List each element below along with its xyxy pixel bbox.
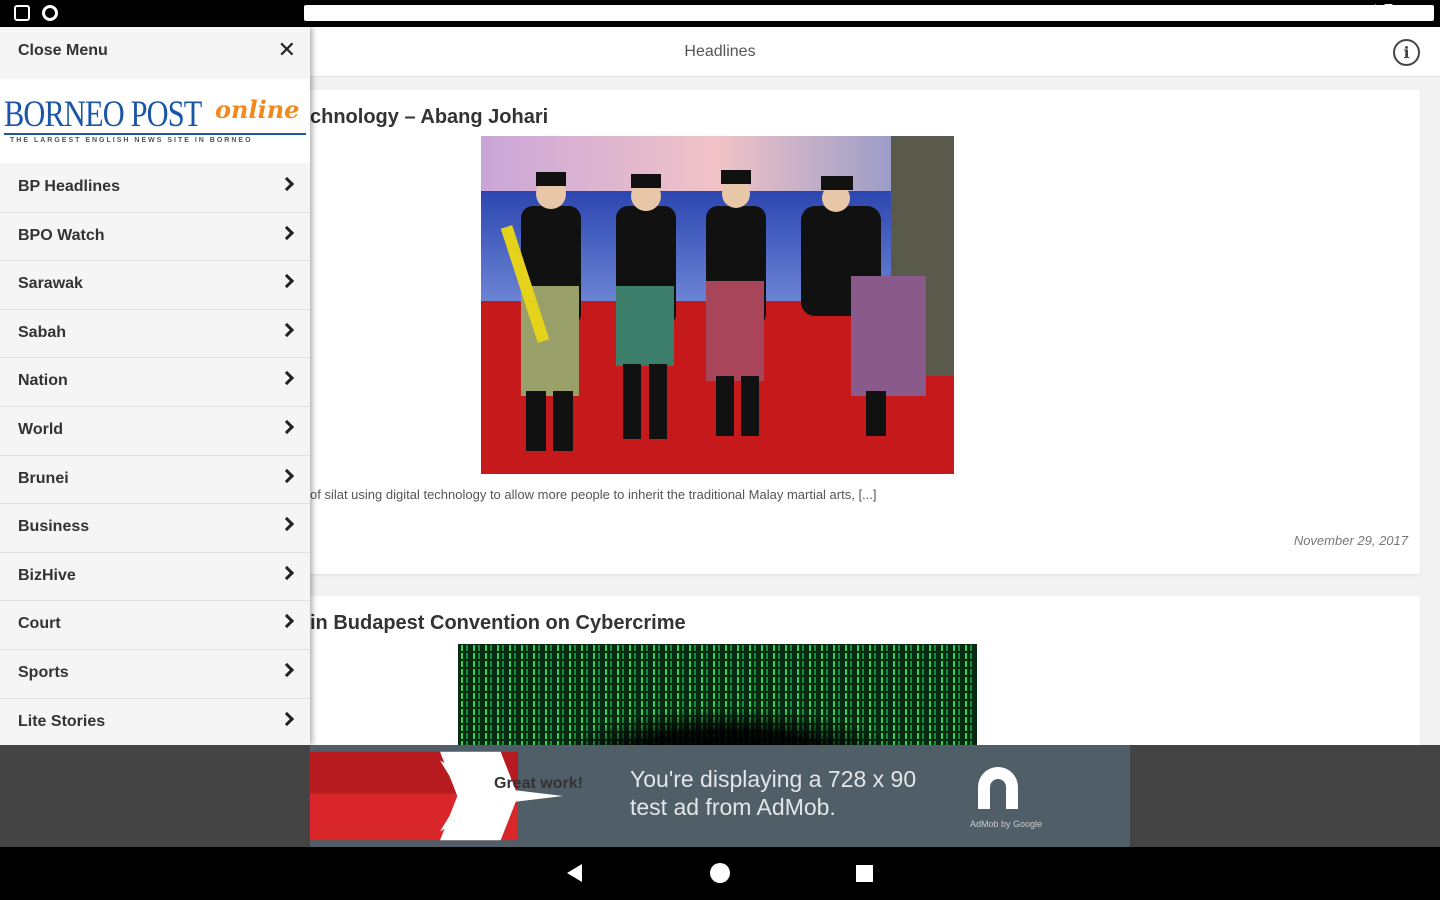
chevron-right-icon <box>279 274 295 289</box>
ad-badge-text: Great work! <box>494 775 583 792</box>
menu-item-label: BPO Watch <box>18 226 105 244</box>
menu-item-label: Court <box>18 615 61 633</box>
menu-item-label: World <box>18 420 64 438</box>
menu-item-brunei[interactable]: Brunei <box>0 455 310 505</box>
menu-item-bp-headlines[interactable]: BP Headlines <box>0 164 310 213</box>
chevron-right-icon <box>279 225 295 240</box>
menu-item-bpo-watch[interactable]: BPO Watch <box>0 212 310 262</box>
chevron-right-icon <box>279 322 295 337</box>
menu-item-sports[interactable]: Sports <box>0 649 310 699</box>
menu-item-bizhive[interactable]: BizHive <box>0 552 310 602</box>
menu-item-label: Brunei <box>18 469 69 487</box>
system-nav-bar <box>0 847 1440 900</box>
article-title[interactable]: in Budapest Convention on Cybercrime <box>310 612 686 635</box>
status-icons-left <box>14 5 1434 21</box>
article-photo[interactable] <box>458 644 977 745</box>
notification-icon <box>14 5 30 21</box>
chevron-right-icon <box>279 468 295 483</box>
info-icon[interactable]: i <box>1393 39 1420 66</box>
article-date: November 29, 2017 <box>1293 533 1408 548</box>
ad-caption: AdMob by Google <box>970 819 1043 829</box>
logo-online: online <box>215 95 300 124</box>
menu-item-world[interactable]: World <box>0 406 310 456</box>
admob-icon <box>978 767 1018 809</box>
battery-icon <box>1383 4 1393 20</box>
navigation-drawer: Close Menu ✕ BORNEO POST online THE LARG… <box>0 27 310 748</box>
menu-item-sarawak[interactable]: Sarawak <box>0 261 310 310</box>
chevron-right-icon <box>279 517 295 532</box>
ad-banner-area: Great work! You're displaying a 728 x 90… <box>0 745 1440 847</box>
menu-item-nation[interactable]: Nation <box>0 358 310 407</box>
logo-underline <box>4 133 306 135</box>
chevron-right-icon <box>279 176 295 192</box>
article-title[interactable]: chnology – Abang Johari <box>310 106 548 129</box>
ceremony-photo-illustration <box>481 136 954 474</box>
chevron-right-icon <box>279 419 295 435</box>
ad-message: You're displaying a 728 x 90 test ad fro… <box>630 766 917 820</box>
menu-item-label: Nation <box>18 372 68 390</box>
chevron-right-icon <box>279 565 295 580</box>
menu-item-label: BP Headlines <box>18 178 120 195</box>
status-icons-right: 5:47 <box>1357 4 1432 20</box>
signal-icon <box>1357 4 1376 20</box>
close-menu-label: Close Menu <box>18 42 108 59</box>
chevron-right-icon <box>279 711 295 726</box>
test-ad-banner[interactable]: Great work! You're displaying a 728 x 90… <box>310 745 1130 847</box>
menu-item-court[interactable]: Court <box>0 601 310 650</box>
status-time: 5:47 <box>1400 4 1432 20</box>
article-card[interactable]: in Budapest Convention on Cybercrime <box>290 596 1420 745</box>
menu-item-business[interactable]: Business <box>0 504 310 553</box>
chevron-right-icon <box>279 662 295 678</box>
menu-item-lite-stories[interactable]: Lite Stories <box>0 698 310 748</box>
menu-item-label: Lite Stories <box>18 712 106 730</box>
menu-item-label: Sabah <box>18 323 67 341</box>
article-card[interactable]: chnology – Abang Johari of silat using d… <box>290 90 1420 574</box>
menu-item-label: Sports <box>18 663 69 681</box>
cybercrime-photo-illustration <box>458 644 977 745</box>
back-icon[interactable] <box>567 864 582 882</box>
article-excerpt: of silat using digital technology to all… <box>310 487 877 502</box>
ad-flag-graphic <box>310 751 564 841</box>
menu-item-label: BizHive <box>18 566 76 584</box>
menu-item-sabah[interactable]: Sabah <box>0 309 310 359</box>
home-icon[interactable] <box>710 863 730 883</box>
menu-item-label: Sarawak <box>18 275 83 293</box>
logo: BORNEO POST online THE LARGEST ENGLISH N… <box>0 79 310 163</box>
recent-apps-icon[interactable] <box>856 865 873 882</box>
logo-tagline: THE LARGEST ENGLISH NEWS SITE IN BORNEO <box>10 137 253 144</box>
logo-wordmark: BORNEO POST <box>4 94 202 135</box>
close-icon[interactable]: ✕ <box>278 38 296 63</box>
sd-card-icon <box>304 5 1434 21</box>
sync-icon <box>42 5 58 21</box>
drawer-menu: BP Headlines BPO Watch Sarawak Sabah Nat… <box>0 164 310 748</box>
menu-item-label: Business <box>18 518 90 536</box>
status-bar: 5:47 <box>0 0 1440 27</box>
chevron-right-icon <box>279 614 295 629</box>
chevron-right-icon <box>279 371 295 386</box>
close-menu-button[interactable]: Close Menu ✕ <box>0 27 310 77</box>
article-photo[interactable] <box>481 136 954 474</box>
